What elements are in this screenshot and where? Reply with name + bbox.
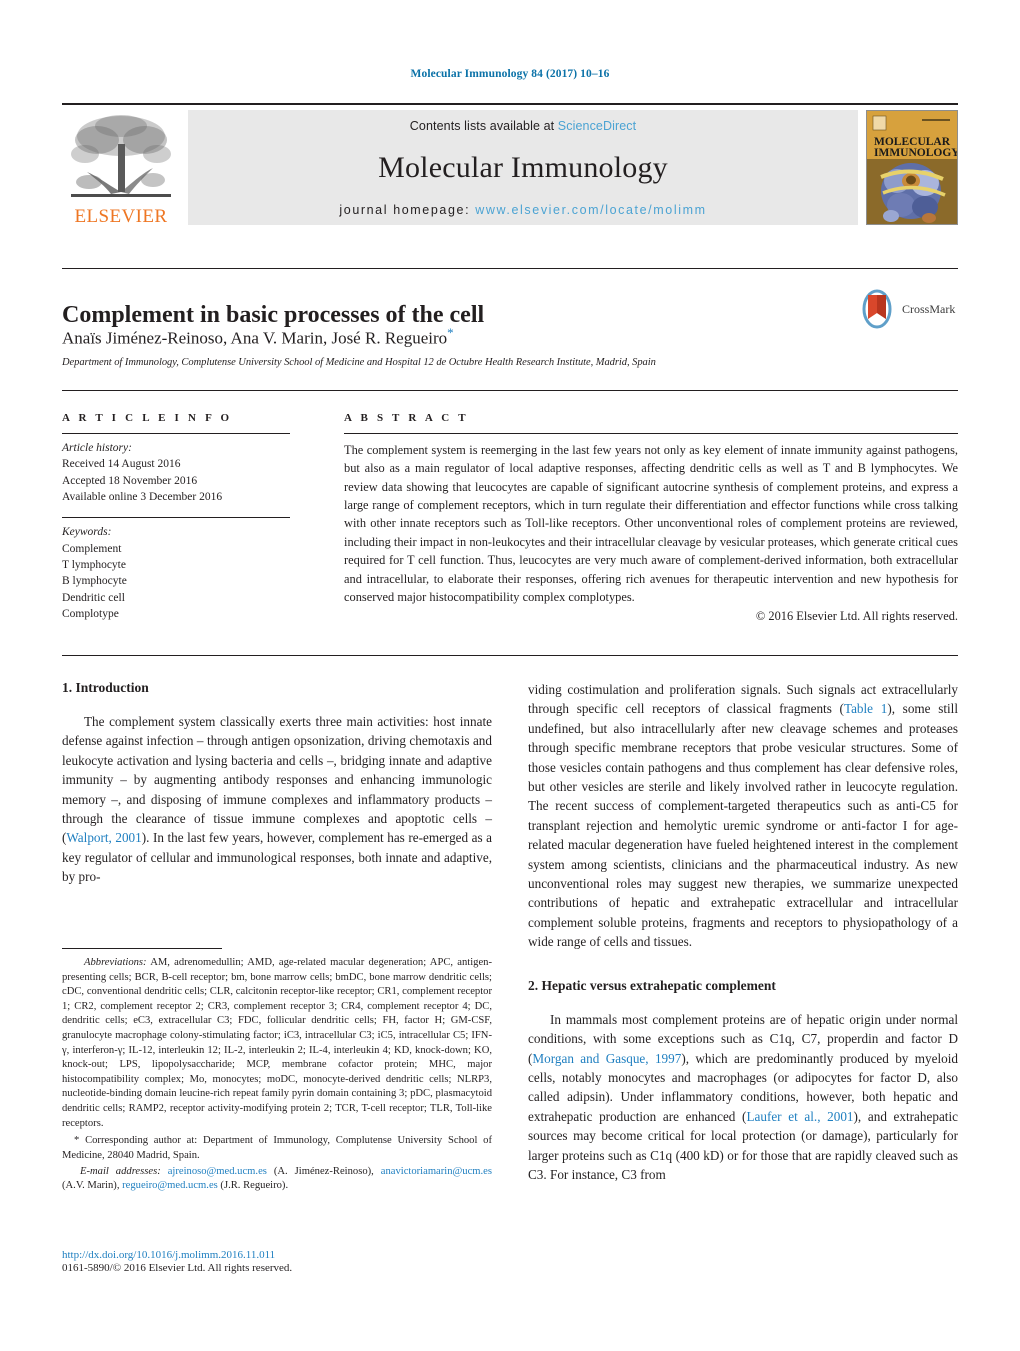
crossmark-label: CrossMark [902, 301, 956, 316]
email-name-3: (J.R. Regueiro). [217, 1180, 289, 1192]
email-name-1: (A. Jiménez-Reinoso), [266, 1165, 381, 1177]
body-column-right: viding costimulation and proliferation s… [528, 680, 958, 1184]
intro-paragraph-continued: viding costimulation and proliferation s… [528, 680, 958, 952]
article-history-label: Article history: [62, 442, 132, 454]
section-2-wrapper: 2. Hepatic versus extrahepatic complemen… [528, 978, 958, 1185]
keywords-rule [62, 517, 290, 519]
keyword-item: Dendritic cell [62, 591, 125, 604]
received-date: Received 14 August 2016 [62, 458, 181, 471]
corresponding-author-marker: * [447, 325, 454, 340]
elsevier-wordmark: ELSEVIER [74, 206, 168, 227]
issn-copyright-line: 0161-5890/© 2016 Elsevier Ltd. All right… [62, 1262, 293, 1274]
title-divider [62, 268, 958, 269]
keywords-label: Keywords: [62, 526, 112, 539]
running-head: Molecular Immunology 84 (2017) 10–16 [410, 68, 610, 80]
svg-text:IMMUNOLOGY: IMMUNOLOGY [874, 147, 957, 159]
elsevier-tree-icon [71, 115, 171, 197]
section-heading-hepatic: 2. Hepatic versus extrahepatic complemen… [528, 977, 776, 993]
paper-page: Molecular Immunology 84 (2017) 10–16 ELS… [0, 0, 1020, 1351]
doi-link[interactable]: http://dx.doi.org/10.1016/j.molimm.2016.… [62, 1249, 492, 1261]
footnote-rule [62, 948, 222, 949]
hepatic-paragraph: In mammals most complement proteins are … [528, 1010, 958, 1185]
available-online-date: Available online 3 December 2016 [62, 490, 223, 503]
masthead-center-panel: Contents lists available at ScienceDirec… [188, 110, 858, 225]
journal-cover-thumbnail: MOLECULAR IMMUNOLOGY [866, 110, 958, 225]
corresponding-author-footnote: * Corresponding author at: Department of… [62, 1134, 492, 1163]
journal-masthead: ELSEVIER Contents lists available at Sci… [62, 103, 958, 227]
email-name-2: (A.V. Marin), [62, 1180, 123, 1192]
abstract-heading: A B S T R A C T [344, 412, 469, 424]
abbreviations-text: AM, adrenomedullin; AMD, age-related mac… [62, 957, 492, 1129]
crossmark-badge[interactable]: CrossMark [857, 287, 958, 331]
section-heading-introduction: 1. Introduction [62, 680, 149, 695]
affiliation: Department of Immunology, Complutense Un… [62, 357, 656, 368]
contents-prefix: Contents lists available at [409, 119, 558, 133]
info-abstract-divider [62, 390, 958, 391]
homepage-url-link[interactable]: www.elsevier.com/locate/molimm [475, 203, 706, 217]
keyword-item: T lymphocyte [62, 558, 126, 571]
article-history-block: Article history: Received 14 August 2016… [62, 440, 320, 505]
intro-cont-part2: ), some still undefined, but also intrac… [528, 701, 958, 950]
author-names: Anaïs Jiménez-Reinoso, Ana V. Marin, Jos… [62, 328, 448, 348]
homepage-prefix: journal homepage: [339, 203, 476, 217]
email-footnote: E-mail addresses: ajreinoso@med.ucm.es (… [62, 1165, 492, 1194]
intro-text-part1: The complement system classically exerts… [62, 714, 492, 846]
abbreviations-label: Abbreviations: [84, 957, 147, 968]
email-link-1[interactable]: ajreinoso@med.ucm.es [168, 1166, 267, 1177]
citation-laufer-2001[interactable]: Laufer et al., 2001 [746, 1109, 853, 1124]
email-link-3[interactable]: regueiro@med.ucm.es [122, 1180, 218, 1191]
body-column-left: 1. Introduction The complement system cl… [62, 680, 492, 887]
keyword-item: Complotype [62, 607, 119, 620]
doi-block: http://dx.doi.org/10.1016/j.molimm.2016.… [62, 1249, 492, 1274]
abstract-rule [344, 433, 958, 434]
corresponding-text: Corresponding author at: Department of I… [62, 1135, 492, 1161]
abstract-column: A B S T R A C T The complement system is… [344, 412, 958, 624]
abbreviations-footnote: Abbreviations: AM, adrenomedullin; AMD, … [62, 956, 492, 1131]
author-list: Anaïs Jiménez-Reinoso, Ana V. Marin, Jos… [62, 325, 802, 349]
accepted-date: Accepted 18 November 2016 [62, 474, 198, 487]
citation-morgan-gasque-1997[interactable]: Morgan and Gasque, 1997 [532, 1051, 681, 1066]
article-info-heading: A R T I C L E I N F O [62, 412, 233, 424]
keyword-item: B lymphocyte [62, 575, 127, 588]
intro-paragraph: The complement system classically exerts… [62, 712, 492, 887]
keywords-block: Keywords: Complement T lymphocyte B lymp… [62, 524, 320, 622]
journal-homepage-line: journal homepage: www.elsevier.com/locat… [339, 203, 706, 217]
keyword-item: Complement [62, 542, 122, 555]
citation-walport-2001[interactable]: Walport, 2001 [66, 830, 141, 845]
elsevier-logo: ELSEVIER [62, 105, 180, 227]
contents-lists-line: Contents lists available at ScienceDirec… [410, 119, 636, 133]
email-link-2[interactable]: anavictoriamarin@ucm.es [381, 1166, 492, 1177]
journal-cover-image: MOLECULAR IMMUNOLOGY [867, 111, 957, 224]
citation-table-1[interactable]: Table 1 [844, 701, 887, 716]
abstract-copyright: © 2016 Elsevier Ltd. All rights reserved… [755, 609, 958, 624]
footnote-block: Abbreviations: AM, adrenomedullin; AMD, … [62, 948, 492, 1194]
email-addresses-label: E-mail addresses: [80, 1165, 161, 1177]
crossmark-icon [862, 289, 892, 329]
article-info-column: A R T I C L E I N F O Article history: R… [62, 412, 320, 622]
body-divider [62, 655, 958, 656]
journal-title: Molecular Immunology [378, 151, 668, 184]
abstract-text: The complement system is reemerging in t… [344, 443, 958, 604]
article-info-rule [62, 433, 290, 434]
sciencedirect-link[interactable]: ScienceDirect [558, 119, 636, 133]
